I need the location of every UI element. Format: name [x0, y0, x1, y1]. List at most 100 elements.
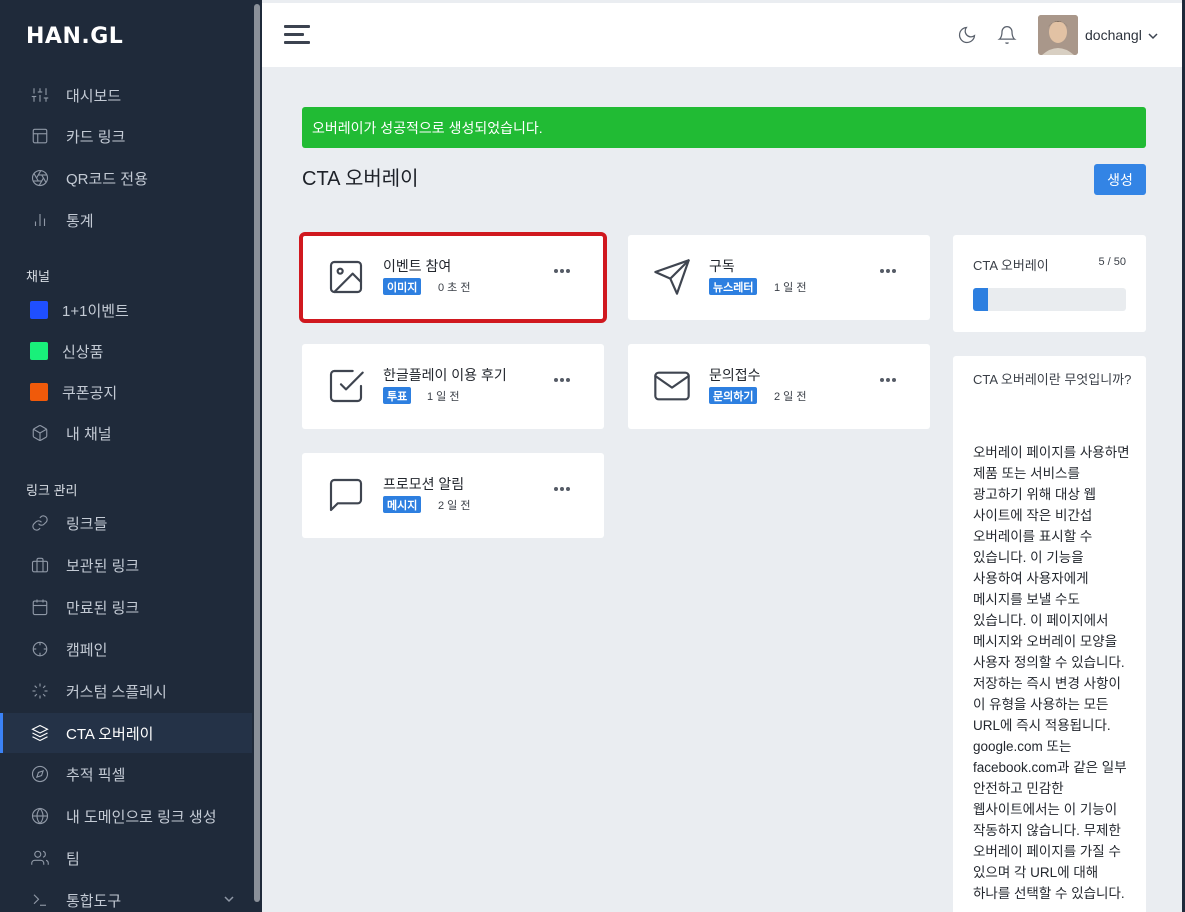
more-options-icon[interactable] — [880, 260, 900, 273]
overlay-type-badge: 뉴스레터 — [709, 278, 758, 295]
page-title: CTA 오버레이 — [302, 168, 419, 190]
link-icon — [30, 513, 50, 533]
main-content: dochangl 오버레이가 성공적으로 생성되었습니다. CTA 오버레이 생… — [262, 0, 1185, 912]
send-icon — [652, 257, 692, 297]
sidebar-item-label: 신상품 — [62, 343, 104, 361]
sidebar-item-label: 링크들 — [66, 515, 108, 533]
sidebar-item-cta-overlay[interactable]: CTA 오버레이 — [0, 713, 252, 753]
calendar-icon — [30, 597, 50, 617]
sidebar-item-qr[interactable]: QR코드 전용 — [0, 158, 252, 198]
brand-logo[interactable]: HAN.GL — [26, 24, 123, 49]
overlay-title: 이벤트 참여 — [383, 258, 452, 274]
overlay-type-badge: 이미지 — [383, 278, 422, 295]
users-icon — [30, 848, 50, 868]
overlay-time: 2 일 전 — [774, 391, 807, 403]
channel-color-swatch — [30, 342, 48, 360]
loader-icon — [30, 681, 50, 701]
sidebar-item-label: 캠페인 — [66, 641, 108, 659]
more-options-icon[interactable] — [880, 369, 900, 382]
sidebar-item-my-channel[interactable]: 내 채널 — [0, 413, 252, 453]
sidebar-channel-1[interactable]: 1+1이벤트 — [0, 290, 252, 330]
overlay-type-badge: 문의하기 — [709, 387, 758, 404]
sidebar-item-archived-links[interactable]: 보관된 링크 — [0, 545, 252, 585]
username[interactable]: dochangl — [1085, 27, 1142, 43]
layout-icon — [30, 126, 50, 146]
section-title-channels: 채널 — [26, 269, 50, 284]
sidebar-item-label: 커스텀 스플레시 — [66, 683, 167, 701]
sidebar-item-links[interactable]: 링크들 — [0, 503, 252, 543]
overlay-title: 프로모션 알림 — [383, 476, 465, 492]
sidebar-channel-2[interactable]: 신상품 — [0, 331, 252, 371]
overlay-time: 2 일 전 — [438, 500, 471, 512]
sidebar-item-label: 보관된 링크 — [66, 557, 140, 575]
overlay-title: 문의접수 — [709, 367, 761, 383]
overlay-time: 1 일 전 — [427, 391, 460, 403]
channel-color-swatch — [30, 383, 48, 401]
overlay-card[interactable]: 구독 뉴스레터 1 일 전 — [628, 235, 930, 320]
sidebar-item-integrations[interactable]: 통합도구 — [0, 880, 252, 912]
bar-chart-icon — [30, 210, 50, 230]
menu-toggle-icon[interactable] — [284, 25, 310, 45]
sidebar-item-label: 통합도구 — [66, 892, 122, 910]
top-bar: dochangl — [262, 3, 1182, 67]
overlay-card[interactable]: 이벤트 참여 이미지 0 초 전 — [299, 232, 607, 323]
message-square-icon — [326, 475, 366, 515]
overlay-title: 한글플레이 이용 후기 — [383, 367, 507, 383]
sidebar-item-label: 대시보드 — [66, 87, 122, 105]
info-title: CTA 오버레이란 무엇입니까? — [973, 372, 1132, 387]
aperture-icon — [30, 168, 50, 188]
sidebar: HAN.GL 대시보드 카드 링크 QR코드 전용 통계 채널 1+1이벤트 신… — [0, 0, 262, 912]
bell-icon[interactable] — [997, 25, 1017, 45]
sidebar-item-custom-splash[interactable]: 커스텀 스플레시 — [0, 671, 252, 711]
more-options-icon[interactable] — [554, 478, 574, 491]
sidebar-item-team[interactable]: 팀 — [0, 838, 252, 878]
sidebar-item-custom-domain[interactable]: 내 도메인으로 링크 생성 — [0, 796, 252, 836]
briefcase-icon — [30, 555, 50, 575]
box-icon — [30, 423, 50, 443]
sidebar-item-tracking-pixel[interactable]: 추적 픽셀 — [0, 754, 252, 794]
sidebar-item-label: 만료된 링크 — [66, 599, 140, 617]
create-button[interactable]: 생성 — [1094, 164, 1146, 195]
quota-label: CTA 오버레이 — [973, 258, 1049, 273]
info-body: 오버레이 페이지를 사용하면 제품 또는 서비스를 광고하기 위해 대상 웹 사… — [973, 445, 1130, 901]
overlay-card[interactable]: 문의접수 문의하기 2 일 전 — [628, 344, 930, 429]
terminal-icon — [30, 890, 50, 910]
sidebar-item-label: QR코드 전용 — [66, 170, 148, 188]
sidebar-item-expired-links[interactable]: 만료된 링크 — [0, 587, 252, 627]
chevron-down-icon — [224, 896, 234, 903]
crosshair-icon — [30, 639, 50, 659]
mail-icon — [652, 366, 692, 406]
more-options-icon[interactable] — [554, 260, 574, 273]
section-title-links: 링크 관리 — [26, 483, 78, 498]
sidebar-item-card-link[interactable]: 카드 링크 — [0, 116, 252, 156]
success-alert: 오버레이가 성공적으로 생성되었습니다. — [302, 107, 1146, 148]
sidebar-item-label: CTA 오버레이 — [66, 725, 154, 743]
overlay-time: 0 초 전 — [438, 282, 471, 294]
overlay-card[interactable]: 프로모션 알림 메시지 2 일 전 — [302, 453, 604, 538]
sliders-icon — [30, 85, 50, 105]
quota-progress-fill — [973, 288, 989, 311]
more-options-icon[interactable] — [554, 369, 574, 382]
chevron-down-icon[interactable] — [1148, 31, 1158, 41]
overlay-card[interactable]: 한글플레이 이용 후기 투표 1 일 전 — [302, 344, 604, 429]
sidebar-item-label: 1+1이벤트 — [62, 302, 129, 320]
sidebar-item-label: 쿠폰공지 — [62, 384, 118, 402]
sidebar-channel-3[interactable]: 쿠폰공지 — [0, 372, 252, 412]
alert-message: 오버레이가 성공적으로 생성되었습니다. — [312, 119, 543, 136]
avatar[interactable] — [1038, 15, 1078, 55]
quota-panel: CTA 오버레이 5 / 50 — [953, 235, 1146, 332]
sidebar-scrollbar[interactable] — [254, 4, 260, 902]
moon-icon[interactable] — [957, 25, 977, 45]
overlay-type-badge: 메시지 — [383, 496, 422, 513]
sidebar-item-dashboard[interactable]: 대시보드 — [0, 75, 252, 115]
sidebar-item-label: 카드 링크 — [66, 128, 126, 146]
sidebar-item-stats[interactable]: 통계 — [0, 200, 252, 240]
image-icon — [326, 257, 366, 297]
overlay-title: 구독 — [709, 258, 735, 274]
quota-progress-bar — [973, 288, 1126, 311]
layers-icon — [30, 723, 50, 743]
globe-icon — [30, 806, 50, 826]
sidebar-item-campaign[interactable]: 캠페인 — [0, 629, 252, 669]
sidebar-item-label: 내 도메인으로 링크 생성 — [66, 808, 217, 826]
overlay-type-badge: 투표 — [383, 387, 412, 404]
